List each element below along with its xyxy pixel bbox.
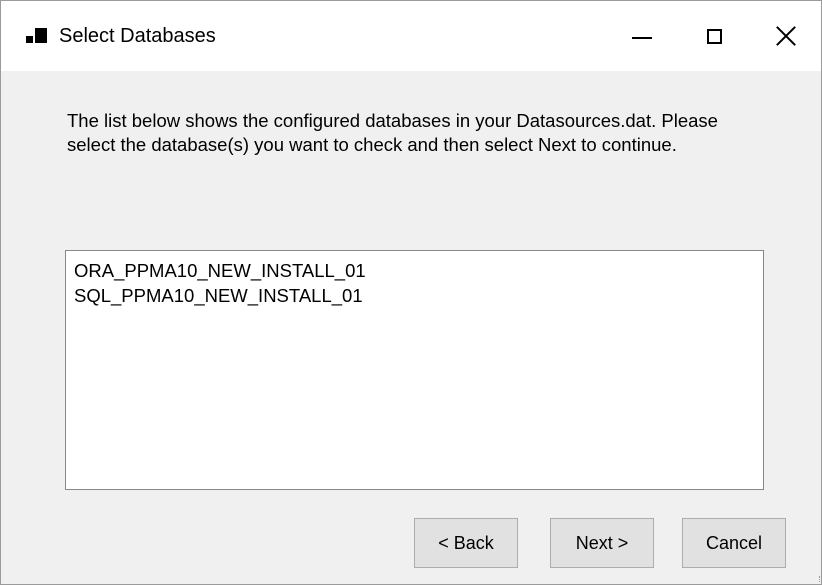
next-button[interactable]: Next > — [550, 518, 654, 568]
database-listbox[interactable]: ORA_PPMA10_NEW_INSTALL_01 SQL_PPMA10_NEW… — [65, 250, 764, 490]
select-databases-dialog: Select Databases The list below shows th… — [0, 0, 822, 585]
cancel-button[interactable]: Cancel — [682, 518, 786, 568]
title-bar[interactable]: Select Databases — [1, 1, 821, 71]
minimize-icon — [632, 37, 652, 39]
instructions-text: The list below shows the configured data… — [67, 110, 718, 155]
close-button[interactable] — [751, 1, 821, 71]
database-item[interactable]: SQL_PPMA10_NEW_INSTALL_01 — [74, 283, 763, 308]
back-button[interactable]: < Back — [414, 518, 518, 568]
app-window-icon — [26, 28, 50, 46]
maximize-icon — [706, 28, 722, 44]
window-title: Select Databases — [59, 25, 216, 47]
resize-grip[interactable] — [815, 576, 820, 582]
maximize-button[interactable] — [669, 1, 759, 71]
database-item[interactable]: ORA_PPMA10_NEW_INSTALL_01 — [74, 258, 763, 283]
close-icon — [775, 25, 797, 47]
